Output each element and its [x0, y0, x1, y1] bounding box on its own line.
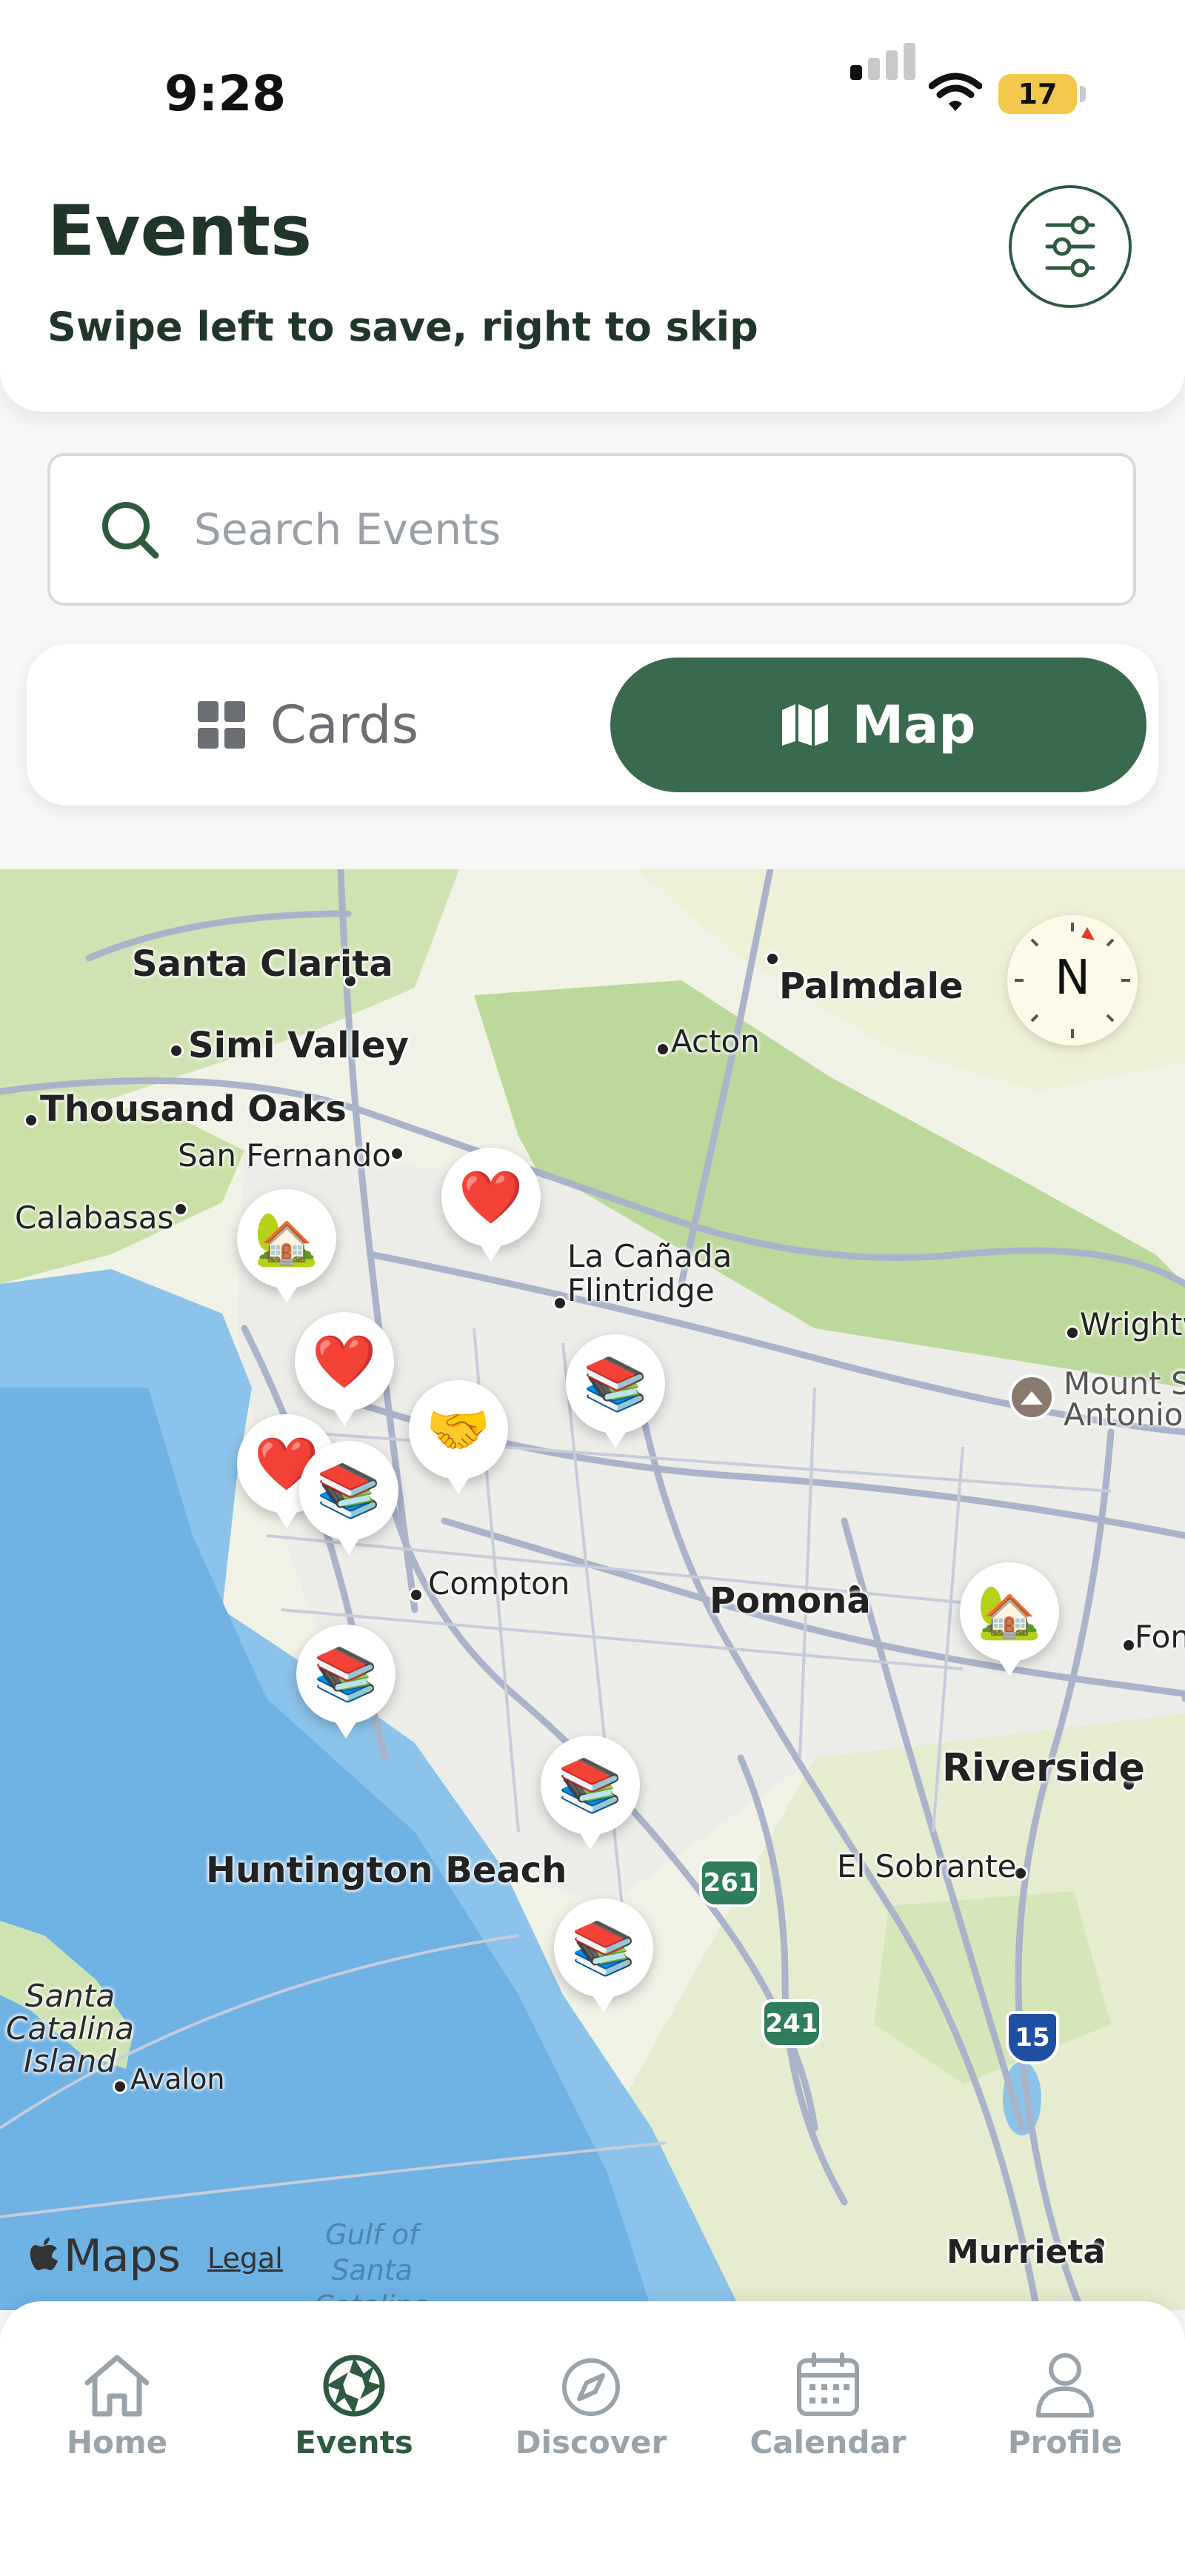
page-subtitle: Swipe left to save, right to skip: [47, 304, 758, 350]
map-toggle-label: Map: [852, 695, 976, 755]
map-label-wrightwood: Wrightw: [1080, 1306, 1185, 1342]
header: 9:28 17 Events Swipe left to save, right…: [0, 0, 1185, 412]
map-label-palmdale: Palmdale: [779, 966, 964, 1007]
map-dot: [173, 1202, 188, 1217]
tab-home[interactable]: Home: [6, 2344, 228, 2460]
sliders-icon: [1045, 215, 1095, 278]
home-icon: [81, 2344, 153, 2418]
map-dot: [1121, 1638, 1136, 1653]
map-label-thousand-oaks: Thousand Oaks: [40, 1088, 347, 1130]
event-pin-books[interactable]: 📚: [541, 1736, 640, 1850]
tab-discover[interactable]: Discover: [480, 2344, 702, 2460]
compass-label: N: [1055, 951, 1090, 1006]
map-label-riverside: Riverside: [942, 1746, 1145, 1790]
map-label-gulf-of-santa-catalina: Gulf of Santa Catalina: [314, 2218, 430, 2310]
search-bar[interactable]: [47, 453, 1136, 606]
compass-icon: [560, 2344, 622, 2418]
interstate-shield-15: 15: [1006, 2011, 1059, 2064]
map-dot: [390, 1146, 404, 1161]
event-pin-handshake[interactable]: 🤝: [409, 1380, 508, 1494]
search-icon: [99, 499, 160, 560]
cards-toggle-button[interactable]: Cards: [27, 644, 590, 806]
event-pin-house[interactable]: 🏡: [960, 1562, 1059, 1676]
map-label-pomona: Pomona: [710, 1580, 871, 1622]
map-label-huntington-beach: Huntington Beach: [206, 1850, 567, 1891]
event-pin-house[interactable]: 🏡: [237, 1189, 336, 1303]
map-dot: [553, 1296, 567, 1311]
tab-profile[interactable]: Profile: [954, 2344, 1176, 2460]
calendar-icon: [795, 2344, 861, 2418]
map-dot: [169, 1043, 184, 1058]
map-label-la-canada-flintridge: La Cañada Flintridge: [567, 1238, 732, 1308]
highway-shield-241: 241: [761, 1999, 822, 2048]
map-compass-button[interactable]: N: [1007, 915, 1138, 1046]
person-icon: [1034, 2344, 1096, 2418]
tab-discover-label: Discover: [515, 2424, 667, 2460]
tab-home-label: Home: [66, 2424, 168, 2460]
map-label-fontana: Fon: [1135, 1619, 1185, 1655]
apple-maps-logo: Maps: [30, 2230, 181, 2282]
map-label-calabasas: Calabasas: [15, 1200, 174, 1236]
highway-shield-261: 261: [699, 1859, 760, 1907]
map-dot: [655, 1042, 670, 1057]
maps-attribution: Maps: [64, 2230, 181, 2282]
search-input[interactable]: [193, 504, 1010, 555]
map-label-mount-san-antonio: Mount S Antonio: [1064, 1365, 1185, 1433]
event-pin-heart[interactable]: ❤️: [295, 1312, 394, 1426]
tab-profile-label: Profile: [1007, 2424, 1123, 2460]
event-pin-books[interactable]: 📚: [566, 1334, 665, 1448]
map-icon: [782, 704, 829, 746]
map-label-santa-catalina-island: Santa Catalina Island: [6, 1978, 134, 2079]
map-label-san-fernando: San Fernando: [178, 1137, 391, 1174]
map-dot: [409, 1588, 424, 1602]
view-toggle: Cards Map: [27, 644, 1158, 806]
event-pin-heart[interactable]: ❤️: [441, 1148, 541, 1262]
filter-button[interactable]: [1009, 185, 1132, 308]
map-label-simi-valley: Simi Valley: [188, 1025, 409, 1066]
grid-icon: [197, 701, 245, 749]
tab-calendar-label: Calendar: [750, 2424, 907, 2460]
map-dot: [24, 1113, 39, 1128]
map-view[interactable]: Santa Clarita Palmdale Simi Valley Acton…: [0, 869, 1185, 2310]
page-title: Events: [47, 191, 313, 272]
wifi-icon: [928, 71, 983, 116]
event-pin-books[interactable]: 📚: [296, 1625, 395, 1739]
tab-bar: Home Events Discover Calendar Profile: [0, 2301, 1185, 2576]
map-dot: [765, 951, 780, 966]
map-dot: [1065, 1325, 1080, 1340]
tab-events[interactable]: Events: [243, 2344, 465, 2460]
cards-toggle-label: Cards: [270, 695, 419, 755]
map-label-el-sobrante: El Sobrante: [837, 1848, 1017, 1884]
map-label-compton: Compton: [428, 1565, 570, 1602]
map-dot: [113, 2079, 127, 2094]
event-pin-books[interactable]: 📚: [554, 1898, 653, 2013]
map-label-acton: Acton: [671, 1023, 760, 1060]
mountain-icon: [1009, 1374, 1055, 1420]
map-toggle-button[interactable]: Map: [610, 658, 1146, 792]
status-time: 9:28: [164, 65, 287, 122]
battery-cap: [1080, 86, 1086, 102]
tab-events-label: Events: [295, 2424, 413, 2460]
events-screen: 9:28 17 Events Swipe left to save, right…: [0, 0, 1185, 2576]
aperture-icon: [321, 2344, 387, 2418]
map-label-murrieta: Murrieta: [947, 2233, 1106, 2271]
map-label-santa-clarita: Santa Clarita: [132, 943, 393, 985]
apple-logo-icon: [30, 2238, 58, 2270]
tab-calendar[interactable]: Calendar: [717, 2344, 939, 2460]
legal-link[interactable]: Legal: [207, 2242, 283, 2275]
map-label-avalon: Avalon: [130, 2063, 225, 2095]
battery-icon: 17: [998, 74, 1077, 114]
event-pin-books[interactable]: 📚: [299, 1441, 398, 1555]
